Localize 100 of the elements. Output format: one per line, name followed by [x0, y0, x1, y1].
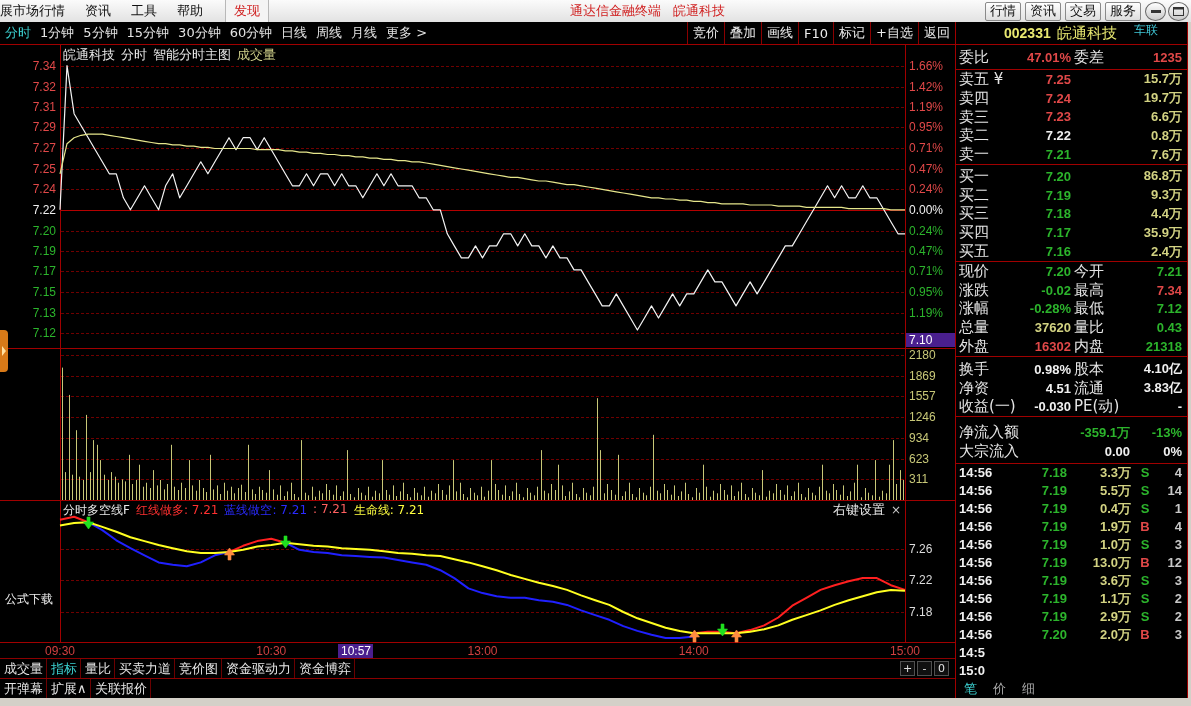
detail-tab[interactable]: 价 — [985, 680, 1014, 698]
quote-value: 3.83亿 — [1142, 379, 1182, 398]
minimize-button[interactable] — [1145, 1, 1166, 21]
quote-label: 卖五 ¥ — [959, 69, 1005, 89]
order-volume: 6.6万 — [1149, 108, 1182, 126]
axis-label: 7.12 — [32, 326, 56, 340]
axis-label: 7.32 — [32, 79, 56, 94]
quote-label: 涨跌 — [959, 280, 990, 300]
order-price: 7.24 — [1044, 90, 1071, 106]
indicator-tab[interactable]: 资金博弈 — [295, 659, 355, 678]
trade-side: S — [1139, 501, 1151, 517]
trade-volume: 1.1万 — [1098, 589, 1131, 608]
indicator-tab[interactable]: 资金驱动力 — [222, 659, 295, 678]
axis-label: 0.95% — [909, 120, 944, 135]
axis-label: 623 — [909, 451, 930, 466]
axis-label: 0.24% — [909, 223, 944, 238]
function-tab[interactable]: 扩展∧ — [47, 679, 91, 698]
menu-item[interactable]: 资讯 — [75, 0, 121, 22]
tag-label: 车联 — [1134, 22, 1158, 39]
tool-button[interactable]: +自选 — [870, 22, 918, 44]
axis-label: 13:00 — [467, 644, 498, 658]
detail-tab[interactable]: 笔 — [956, 680, 985, 698]
quote-value: -359.1万 — [1079, 423, 1130, 442]
trade-volume: 2.9万 — [1098, 607, 1131, 626]
quote-value: 7.20 — [1044, 263, 1071, 279]
axis-label: 7.19 — [32, 243, 56, 258]
trade-volume: 3.6万 — [1098, 571, 1131, 590]
period-tab[interactable]: 分时 — [0, 22, 35, 44]
axis-label: 7.22 — [909, 573, 933, 588]
order-price: 7.20 — [1044, 168, 1071, 184]
detail-tab[interactable]: 细 — [1014, 680, 1043, 698]
quote-label: 买一 — [959, 166, 990, 186]
menu-item[interactable]: 工具 — [121, 0, 167, 22]
trade-price: 7.19 — [1040, 501, 1067, 517]
menu-item[interactable]: 展市场行情 — [0, 0, 75, 22]
indicator-tab[interactable]: 指标 — [47, 659, 81, 678]
order-volume: 2.4万 — [1149, 242, 1182, 261]
zoom-button[interactable]: 0 — [934, 661, 949, 676]
quote-label: 委差 — [1073, 47, 1105, 67]
indicator-tab[interactable]: 买卖力道 — [115, 659, 175, 678]
order-price: 7.25 — [1044, 71, 1071, 87]
maximize-button[interactable] — [1168, 1, 1189, 21]
formula-download-button[interactable]: 公式下载 — [3, 591, 55, 608]
period-tab[interactable]: 30分钟 — [173, 22, 225, 44]
period-tab[interactable]: 日线 — [276, 22, 312, 44]
indicator-tab[interactable]: 成交量 — [0, 659, 47, 678]
axis-label: 14:00 — [678, 644, 709, 658]
close-button[interactable]: × — [890, 503, 901, 517]
trade-time: 14:56 — [959, 501, 994, 517]
tool-button[interactable]: 竞价 — [687, 22, 725, 44]
collapse-handle-icon[interactable] — [0, 330, 8, 372]
discover-button[interactable]: 发现 — [225, 0, 269, 22]
tool-button[interactable]: 叠加 — [724, 22, 762, 44]
order-price: 7.22 — [1044, 128, 1071, 144]
quote-value: 37620 — [1033, 320, 1071, 336]
quote-label: 卖二 — [959, 126, 990, 146]
trade-time: 14:56 — [959, 609, 994, 625]
nav-button[interactable]: 服务 — [1105, 1, 1141, 21]
order-volume: 15.7万 — [1142, 70, 1182, 89]
axis-label: 7.29 — [32, 120, 56, 135]
nav-button[interactable]: 资讯 — [1025, 1, 1061, 21]
zoom-button[interactable]: - — [917, 661, 932, 676]
function-tab[interactable]: 开弹幕 — [0, 679, 47, 698]
trade-time: 14:56 — [959, 537, 994, 553]
trade-volume: 5.5万 — [1098, 481, 1131, 500]
quote-label: 换手 — [959, 359, 990, 379]
tool-button[interactable]: 返回 — [918, 22, 955, 44]
indicator-tab[interactable]: 量比 — [81, 659, 115, 678]
trade-price: 7.20 — [1040, 627, 1067, 643]
nav-button[interactable]: 交易 — [1065, 1, 1101, 21]
trade-time: 15:0 — [959, 663, 987, 679]
stock-name: 皖通科技 — [1056, 23, 1117, 43]
quote-value: 7.12 — [1155, 301, 1182, 317]
nav-button[interactable]: 行情 — [985, 1, 1021, 21]
period-tab[interactable]: 60分钟 — [224, 22, 277, 44]
trade-price: 7.19 — [1040, 555, 1067, 571]
period-tab[interactable]: 15分钟 — [121, 22, 174, 44]
tool-button[interactable]: 标记 — [833, 22, 871, 44]
trade-side: S — [1139, 537, 1151, 553]
tool-button[interactable]: 画线 — [761, 22, 799, 44]
function-tab[interactable]: 关联报价 — [90, 679, 151, 698]
trade-volume: 2.0万 — [1098, 625, 1131, 644]
legend-item: 蓝线做空: 7.21 — [224, 502, 308, 519]
period-tab[interactable]: 更多 > — [381, 22, 432, 44]
quote-value: 4.51 — [1044, 380, 1071, 396]
quote-label: 买五 — [959, 242, 990, 262]
tool-button[interactable]: F10 — [798, 22, 834, 44]
menu-item[interactable]: 帮助 — [167, 0, 213, 22]
trade-count: 2 — [1173, 609, 1182, 625]
period-tab[interactable]: 周线 — [311, 22, 347, 44]
trade-price: 7.19 — [1040, 537, 1067, 553]
period-tab[interactable]: 月线 — [346, 22, 382, 44]
period-tab[interactable]: 5分钟 — [78, 22, 122, 44]
period-tab[interactable]: 1分钟 — [35, 22, 79, 44]
settings-link[interactable]: 右键设置 — [832, 501, 885, 519]
axis-label: 7.17 — [32, 264, 56, 279]
quote-label: 买三 — [959, 204, 990, 224]
quote-label: 大宗流入 — [959, 442, 1020, 462]
indicator-tab[interactable]: 竞价图 — [175, 659, 222, 678]
zoom-button[interactable]: + — [900, 661, 915, 676]
